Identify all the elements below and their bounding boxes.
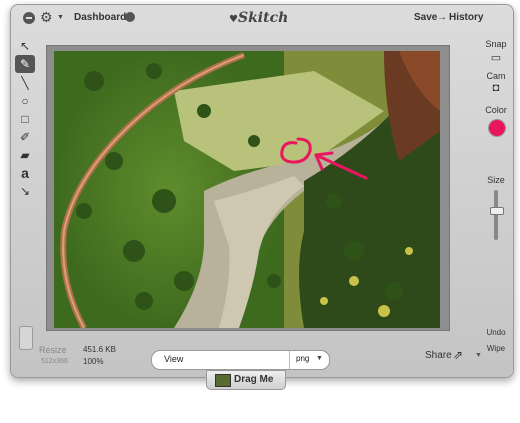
resize-label[interactable]: Resize xyxy=(39,345,67,355)
ellipse-tool-icon[interactable]: ○ xyxy=(15,92,35,110)
camera-icon[interactable]: ◘ xyxy=(481,82,511,94)
size-slider-thumb[interactable] xyxy=(490,207,504,215)
size-slider[interactable] xyxy=(494,190,498,240)
arrow-tool-icon[interactable]: ↘ xyxy=(15,182,35,200)
pointer-tool-icon[interactable]: ↖ xyxy=(15,37,35,55)
format-dropdown-icon[interactable]: ▼ xyxy=(316,355,323,362)
close-button[interactable] xyxy=(23,12,35,24)
share-button[interactable]: Share xyxy=(425,350,452,361)
history-button[interactable]: History xyxy=(449,12,483,23)
snap-button[interactable]: Snap xyxy=(481,39,511,49)
title-bar: ⚙ ▼ Dashboard ♥Skitch Save → History xyxy=(11,5,513,31)
app-logo: ♥Skitch xyxy=(229,10,289,26)
photo-svg xyxy=(54,51,440,328)
undo-button[interactable]: Undo xyxy=(481,328,511,337)
chevron-down-icon[interactable]: ▼ xyxy=(57,14,64,21)
drag-me-button[interactable]: Drag Me xyxy=(206,370,286,390)
dimensions-text: 512x366 xyxy=(41,358,68,365)
gear-icon[interactable]: ⚙ xyxy=(40,10,53,24)
file-size-text: 451.6 KB xyxy=(83,345,116,354)
pen-tool-icon[interactable]: ✎ xyxy=(15,55,35,73)
size-label: Size xyxy=(487,175,505,185)
color-swatch[interactable] xyxy=(488,119,506,137)
eraser-tool-icon[interactable]: ▰ xyxy=(15,146,35,164)
share-icon[interactable]: ⇗ xyxy=(453,348,463,362)
save-button[interactable]: Save xyxy=(414,12,437,23)
highlighter-tool-icon[interactable]: ✐ xyxy=(15,128,35,146)
canyon-photo[interactable] xyxy=(54,51,440,328)
rectangle-tool-icon[interactable]: □ xyxy=(15,110,35,128)
cam-button[interactable]: Cam xyxy=(481,71,511,81)
zoom-text: 100% xyxy=(83,357,104,366)
dashboard-button[interactable]: Dashboard xyxy=(74,12,126,23)
divider xyxy=(289,351,290,369)
filename-bar: View png ▼ xyxy=(151,350,330,370)
thumbnail-icon xyxy=(215,374,231,387)
dashboard-toggle-icon[interactable] xyxy=(125,12,135,22)
format-select[interactable]: png xyxy=(296,354,309,363)
line-tool-icon[interactable]: ╲ xyxy=(15,74,35,92)
arrow-right-icon: → xyxy=(437,12,447,23)
share-dropdown-icon[interactable]: ▼ xyxy=(475,352,482,359)
text-tool-icon[interactable]: a xyxy=(15,164,35,182)
filename-input[interactable]: View xyxy=(164,354,183,364)
drag-me-label: Drag Me xyxy=(234,374,274,385)
color-label: Color xyxy=(485,105,507,115)
monitor-icon[interactable]: ▭ xyxy=(481,51,511,64)
